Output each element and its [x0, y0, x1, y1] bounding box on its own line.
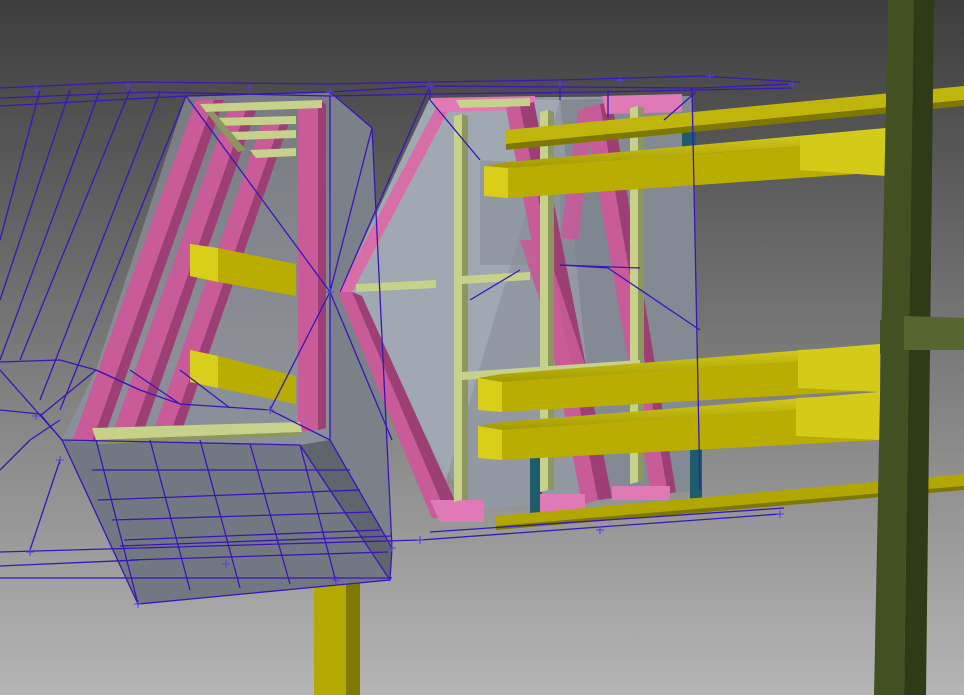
scene-canvas[interactable] — [0, 0, 964, 695]
3d-viewport[interactable] — [0, 0, 964, 695]
